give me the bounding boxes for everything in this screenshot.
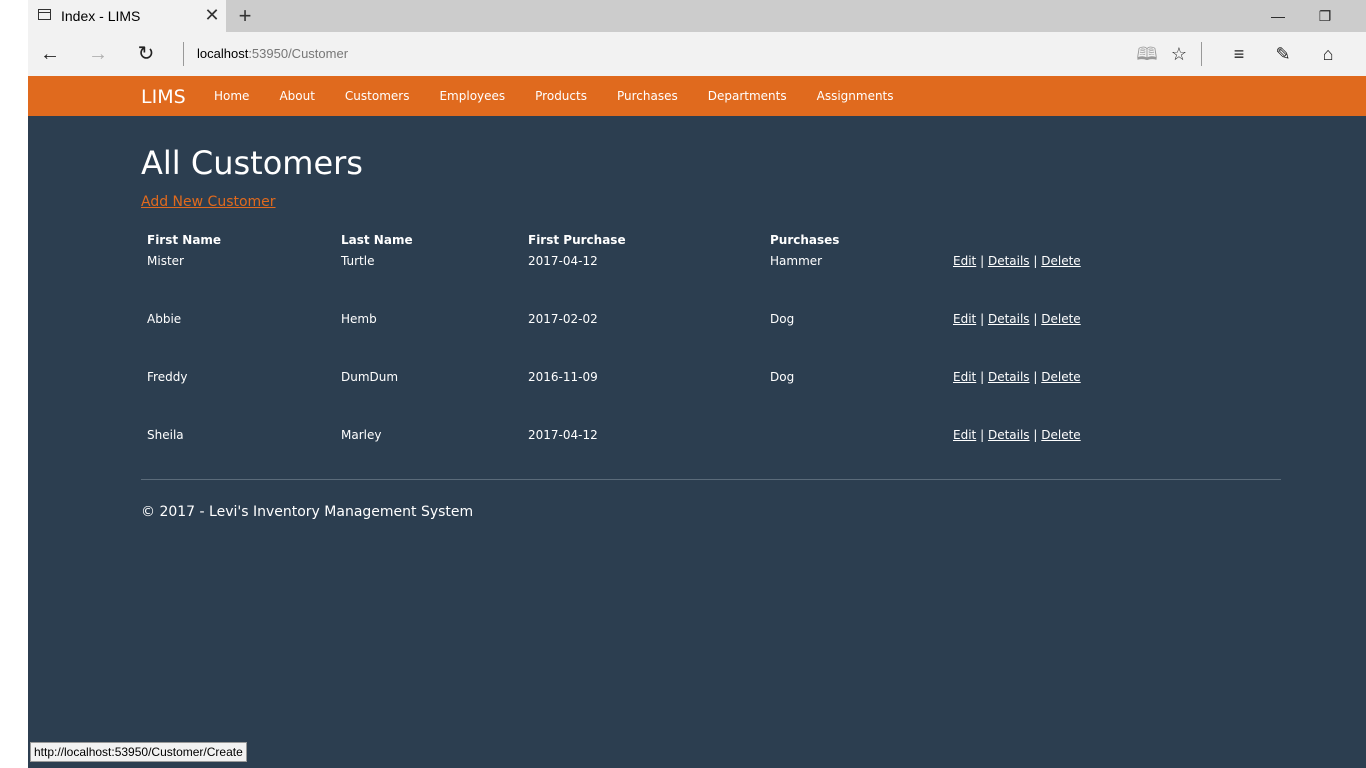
cell-purchases: Dog xyxy=(770,370,795,384)
customers-table: First Name Last Name First Purchase Purc… xyxy=(141,228,1087,484)
column-header-purchases: Purchases xyxy=(770,233,840,247)
add-new-customer-link[interactable]: Add New Customer xyxy=(141,194,276,210)
column-header-actions xyxy=(947,228,1087,252)
nav-link-customers[interactable]: Customers xyxy=(330,89,425,103)
toolbar-separator xyxy=(1201,42,1202,66)
cell-first-purchase: 2017-04-12 xyxy=(528,254,598,268)
action-separator: | xyxy=(1033,254,1038,268)
action-separator: | xyxy=(1033,370,1038,384)
brand-logo[interactable]: LIMS xyxy=(141,86,186,108)
nav-link-purchases[interactable]: Purchases xyxy=(602,89,693,103)
table-header-row: First Name Last Name First Purchase Purc… xyxy=(141,228,1087,252)
details-link[interactable]: Details xyxy=(988,370,1030,384)
address-separator xyxy=(183,42,184,66)
cell-purchases: Hammer xyxy=(770,254,823,268)
new-tab-icon[interactable]: + xyxy=(233,3,257,29)
action-separator: | xyxy=(1033,428,1038,442)
cell-first-purchase: 2017-02-02 xyxy=(528,312,598,326)
page-title: All Customers xyxy=(141,144,363,182)
url-field[interactable]: localhost:53950/Customer xyxy=(197,46,348,61)
table-row: Freddy DumDum 2016-11-09 Dog Edit | Deta… xyxy=(141,368,1087,426)
nav-link-home[interactable]: Home xyxy=(199,89,264,103)
status-bar-url: http://localhost:53950/Customer/Create xyxy=(30,742,247,762)
cell-first-purchase: 2016-11-09 xyxy=(528,370,598,384)
action-separator: | xyxy=(980,254,985,268)
edit-link[interactable]: Edit xyxy=(953,428,976,442)
url-host: localhost xyxy=(197,46,249,61)
cell-purchases: Dog xyxy=(770,312,795,326)
action-separator: | xyxy=(980,428,985,442)
page-body: LIMS Home About Customers Employees Prod… xyxy=(28,76,1366,768)
share-icon[interactable]: ⌂ xyxy=(1316,42,1340,66)
hub-icon[interactable]: ≡ xyxy=(1227,42,1251,66)
minimize-icon[interactable]: — xyxy=(1268,6,1288,26)
details-link[interactable]: Details xyxy=(988,428,1030,442)
footer-text: © 2017 - Levi's Inventory Management Sys… xyxy=(141,504,474,520)
column-header-first-purchase: First Purchase xyxy=(528,233,626,247)
web-note-icon[interactable]: ✎ xyxy=(1271,42,1295,66)
table-row: Abbie Hemb 2017-02-02 Dog Edit | Details… xyxy=(141,310,1087,368)
left-strip xyxy=(0,0,28,768)
cell-last-name: Marley xyxy=(341,428,382,442)
forward-icon[interactable]: → xyxy=(86,42,110,66)
nav-links: Home About Customers Employees Products … xyxy=(199,76,909,116)
tab-title: Index - LIMS xyxy=(61,8,141,24)
cell-last-name: Hemb xyxy=(341,312,377,326)
url-path: :53950/Customer xyxy=(248,46,349,61)
close-tab-icon[interactable]: ✕ xyxy=(204,6,220,24)
delete-link[interactable]: Delete xyxy=(1041,254,1080,268)
address-bar: ← → ↻ localhost:53950/Customer 🕮 ☆ ≡ ✎ ⌂ xyxy=(28,32,1366,76)
refresh-icon[interactable]: ↻ xyxy=(134,42,158,66)
table-row: Sheila Marley 2017-04-12 Edit | Details … xyxy=(141,426,1087,484)
favorite-star-icon[interactable]: ☆ xyxy=(1167,42,1191,66)
row-actions: Edit | Details | Delete xyxy=(947,252,1087,310)
row-actions: Edit | Details | Delete xyxy=(947,368,1087,426)
nav-link-employees[interactable]: Employees xyxy=(424,89,520,103)
column-header-last-name: Last Name xyxy=(341,233,413,247)
cell-first-name: Freddy xyxy=(147,370,188,384)
edit-link[interactable]: Edit xyxy=(953,254,976,268)
table-row: Mister Turtle 2017-04-12 Hammer Edit | D… xyxy=(141,252,1087,310)
details-link[interactable]: Details xyxy=(988,312,1030,326)
action-separator: | xyxy=(980,370,985,384)
tab-bar: Index - LIMS ✕ + — ❐ xyxy=(28,0,1366,32)
restore-icon[interactable]: ❐ xyxy=(1315,6,1335,26)
delete-link[interactable]: Delete xyxy=(1041,428,1080,442)
cell-purchases xyxy=(764,426,947,484)
action-separator: | xyxy=(980,312,985,326)
nav-link-products[interactable]: Products xyxy=(520,89,602,103)
cell-first-name: Sheila xyxy=(147,428,184,442)
footer-divider xyxy=(141,479,1281,480)
column-header-first-name: First Name xyxy=(147,233,222,247)
browser-tab[interactable]: Index - LIMS ✕ xyxy=(28,0,226,32)
delete-link[interactable]: Delete xyxy=(1041,312,1080,326)
nav-link-about[interactable]: About xyxy=(264,89,329,103)
cell-last-name: Turtle xyxy=(341,254,375,268)
nav-link-assignments[interactable]: Assignments xyxy=(802,89,909,103)
cell-first-purchase: 2017-04-12 xyxy=(528,428,598,442)
details-link[interactable]: Details xyxy=(988,254,1030,268)
nav-link-departments[interactable]: Departments xyxy=(693,89,802,103)
cell-first-name: Abbie xyxy=(147,312,182,326)
edit-link[interactable]: Edit xyxy=(953,370,976,384)
reading-view-icon[interactable]: 🕮 xyxy=(1135,42,1159,66)
cell-first-name: Mister xyxy=(147,254,184,268)
action-separator: | xyxy=(1033,312,1038,326)
cell-last-name: DumDum xyxy=(341,370,399,384)
edit-link[interactable]: Edit xyxy=(953,312,976,326)
back-icon[interactable]: ← xyxy=(38,42,62,66)
page-icon xyxy=(38,9,51,20)
site-navbar: LIMS Home About Customers Employees Prod… xyxy=(28,76,1366,116)
delete-link[interactable]: Delete xyxy=(1041,370,1080,384)
row-actions: Edit | Details | Delete xyxy=(947,426,1087,484)
row-actions: Edit | Details | Delete xyxy=(947,310,1087,368)
